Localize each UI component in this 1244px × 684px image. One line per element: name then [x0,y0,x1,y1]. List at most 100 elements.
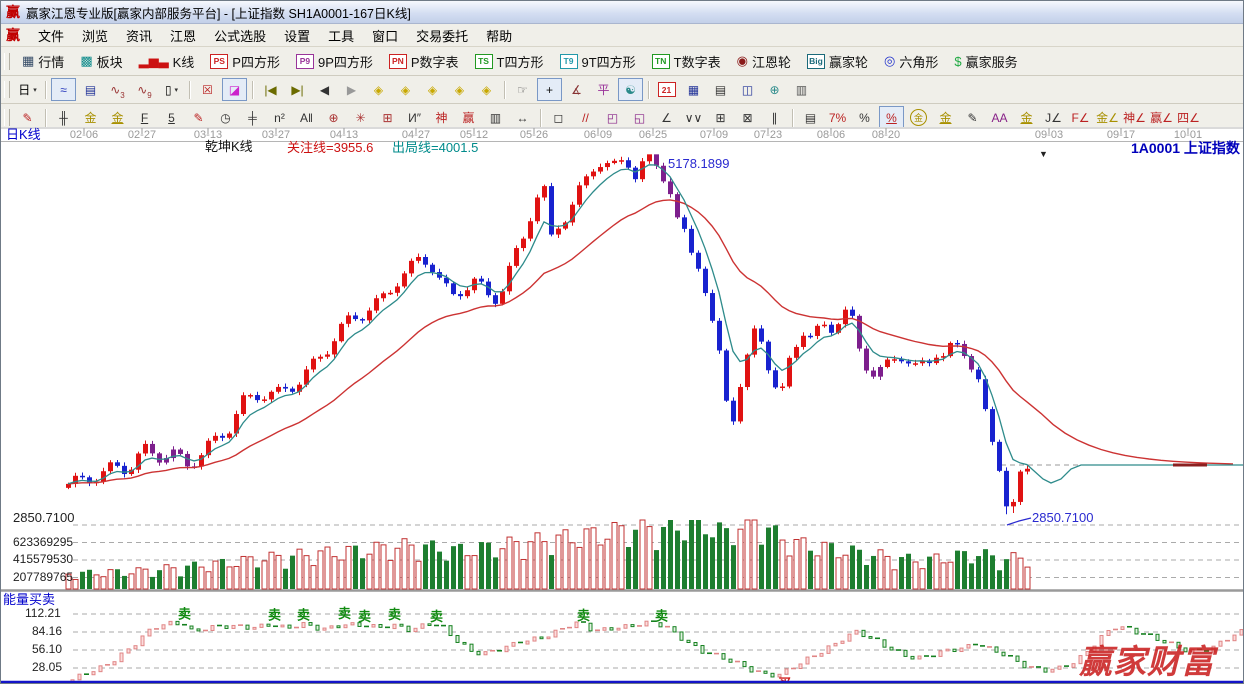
tool-nav-prev-button[interactable]: ◀ [312,78,337,101]
tool-spiral-5-button[interactable]: 5 [159,106,184,129]
tool-scroll-right-button[interactable]: ◈ [393,78,418,101]
tool-percent-button[interactable]: % [852,106,877,129]
tool-percent-7-button[interactable]: 7% [825,106,850,129]
tool-gold-base-button[interactable]: 金 [1014,106,1039,129]
tool-n-square-button[interactable]: n² [267,106,292,129]
tool-mini-chart-3-button[interactable]: ∿3 [105,78,130,101]
tool-gold-grid-1-button[interactable]: 金 [78,106,103,129]
tool-grid-dense-button[interactable]: ⊞ [708,106,733,129]
tool-angle-rays-button[interactable]: ∠ [654,106,679,129]
tool-box-grid-button[interactable]: ⊞ [375,106,400,129]
nav-next-icon: ▶ [347,83,356,97]
tool-quotes-button[interactable]: ▦行情 [14,49,72,74]
menu-browse[interactable]: 浏览 [73,24,117,47]
tool-grid-dense-2-button[interactable]: ⊠ [735,106,760,129]
tool-j-angle-button[interactable]: J∠ [1041,106,1066,129]
tool-t-number-table-button[interactable]: TNT数字表 [644,49,729,74]
tool-zigzag-button[interactable]: ∨∨ [681,106,706,129]
tool-box-fan-1-button[interactable]: ◰ [600,106,625,129]
tool-ray-fan-button[interactable]: // [573,106,598,129]
tool-smart-tool-button[interactable]: ☯ [618,78,643,101]
tool-shen-grid-button[interactable]: 神 [429,106,454,129]
tool-period-day-selector-button[interactable]: 日▾ [15,78,40,101]
tool-p-square-button[interactable]: PSP四方形 [202,49,288,74]
tool-mini-chart-9-button[interactable]: ∿9 [132,78,157,101]
tool-ping-tool-button[interactable]: 平 [591,78,616,101]
menu-trade-orders[interactable]: 交易委托 [407,24,477,47]
tool-calculator-button[interactable]: ▦ [681,78,706,101]
chart-svg[interactable]: 卖卖卖卖卖卖卖卖卖买 [1,127,1244,684]
tool-winner-service-button[interactable]: $赢家服务 [946,49,1025,74]
tool-parallel-button[interactable]: ∥ [762,106,787,129]
menu-tools[interactable]: 工具 [319,24,363,47]
tool-crosshair-button[interactable]: + [537,78,562,101]
tool-t-square-button[interactable]: TST四方形 [467,49,552,74]
tool-print-button[interactable]: ▥ [789,78,814,101]
tool-gold-angle-button[interactable]: 金∠ [1095,106,1120,129]
menu-gann[interactable]: 江恩 [161,24,205,47]
tool-si-angle-button[interactable]: 四∠ [1176,106,1201,129]
tool-candle-style-button[interactable]: ▯▾ [159,78,184,101]
tool-winner-wheel-button[interactable]: Big赢家轮 [799,49,876,74]
tool-tick-grid-button[interactable]: ╪ [240,106,265,129]
tool-p-number-table-button[interactable]: PNP数字表 [381,49,467,74]
tool-gold-levels-button[interactable]: 金 [933,106,958,129]
tool-nav-first-button[interactable]: |◀ [258,78,283,101]
tool-nav-next-button[interactable]: ▶ [339,78,364,101]
tool-kline-button[interactable]: ▂▅▃K线 [131,49,203,74]
tool-formula-editor-button[interactable]: ☒ [195,78,220,101]
tool-web-link-button[interactable]: ⊕ [762,78,787,101]
tool-wave-n-button[interactable]: И″ [402,106,427,129]
tool-span-arrow-button[interactable]: ↔ [510,106,535,129]
dropdown-caret[interactable]: ▼ [1039,150,1048,159]
tool-double-a-button[interactable]: AA [987,106,1012,129]
tool-drag-hand-button[interactable]: ☞ [510,78,535,101]
tool-compress-x-button[interactable]: ◈ [420,78,445,101]
menu-news[interactable]: 资讯 [117,24,161,47]
tool-shen-angle-button[interactable]: 神∠ [1122,106,1147,129]
tool-gann-wheel-button[interactable]: ◉江恩轮 [729,49,799,74]
tool-calendar-button[interactable]: 21 [654,78,679,101]
tool-box-fan-2-button[interactable]: ◱ [627,106,652,129]
tool-hexagon-button[interactable]: ◎六角形 [876,49,946,74]
tool-ying-grid-button[interactable]: 赢 [456,106,481,129]
tool-ink-pen-button[interactable]: ✎ [960,106,985,129]
menu-formula-stock-pick[interactable]: 公式选股 [205,24,275,47]
tool-list-tool-button[interactable]: ▤ [798,106,823,129]
tool-9t-square-button[interactable]: T99T四方形 [552,49,644,74]
tool-time-circle-button[interactable]: ◷ [213,106,238,129]
tool-sectors-button[interactable]: ▩板块 [72,49,130,74]
tool-gold-grid-2-button[interactable]: 金 [105,106,130,129]
tool-save-button[interactable]: ◫ [735,78,760,101]
chart-area[interactable]: 卖卖卖卖卖卖卖卖卖买 02-0602-2703-1303-2704-1304-2… [1,127,1244,684]
sectors-icon: ▩ [80,53,92,69]
tool-color-histogram-button[interactable]: ◪ [222,78,247,101]
menu-help[interactable]: 帮助 [477,24,521,47]
tool-9p-square-button[interactable]: P99P四方形 [288,49,381,74]
tool-fit-view-button[interactable]: ◈ [474,78,499,101]
tool-vertical-lines-button[interactable]: ╫ [51,106,76,129]
tool-f-angle-button[interactable]: F∠ [1068,106,1093,129]
menu-bar: 赢 文件浏览资讯江恩公式选股设置工具窗口交易委托帮助 [1,24,1243,47]
tool-draw-pen-button[interactable]: ✎ [15,106,40,129]
tool-percent-lines-button[interactable]: % [879,106,904,129]
tool-gann-circle-button[interactable]: ⊕ [321,106,346,129]
tool-expand-x-button[interactable]: ◈ [447,78,472,101]
tool-a-parallel-button[interactable]: A‖ [294,106,319,129]
tool-scroll-left-button[interactable]: ◈ [366,78,391,101]
tool-info-panel-button[interactable]: ▤ [78,78,103,101]
menu-settings[interactable]: 设置 [275,24,319,47]
tool-wave-zoom-button[interactable]: ≈ [51,78,76,101]
tool-angle-measure-button[interactable]: ∡ [564,78,589,101]
tool-red-pen-button[interactable]: ✎ [186,106,211,129]
menu-window[interactable]: 窗口 [363,24,407,47]
tool-ruler-123-button[interactable]: ▥ [483,106,508,129]
menu-file[interactable]: 文件 [29,24,73,47]
tool-ying-angle-button[interactable]: 赢∠ [1149,106,1174,129]
tool-nav-last-button[interactable]: ▶| [285,78,310,101]
tool-gold-circle-button[interactable]: 金 [906,106,931,129]
tool-f-grid-button[interactable]: F [132,106,157,129]
tool-box-select-button[interactable]: ◻ [546,106,571,129]
tool-notes-button[interactable]: ▤ [708,78,733,101]
tool-star-grid-button[interactable]: ✳ [348,106,373,129]
